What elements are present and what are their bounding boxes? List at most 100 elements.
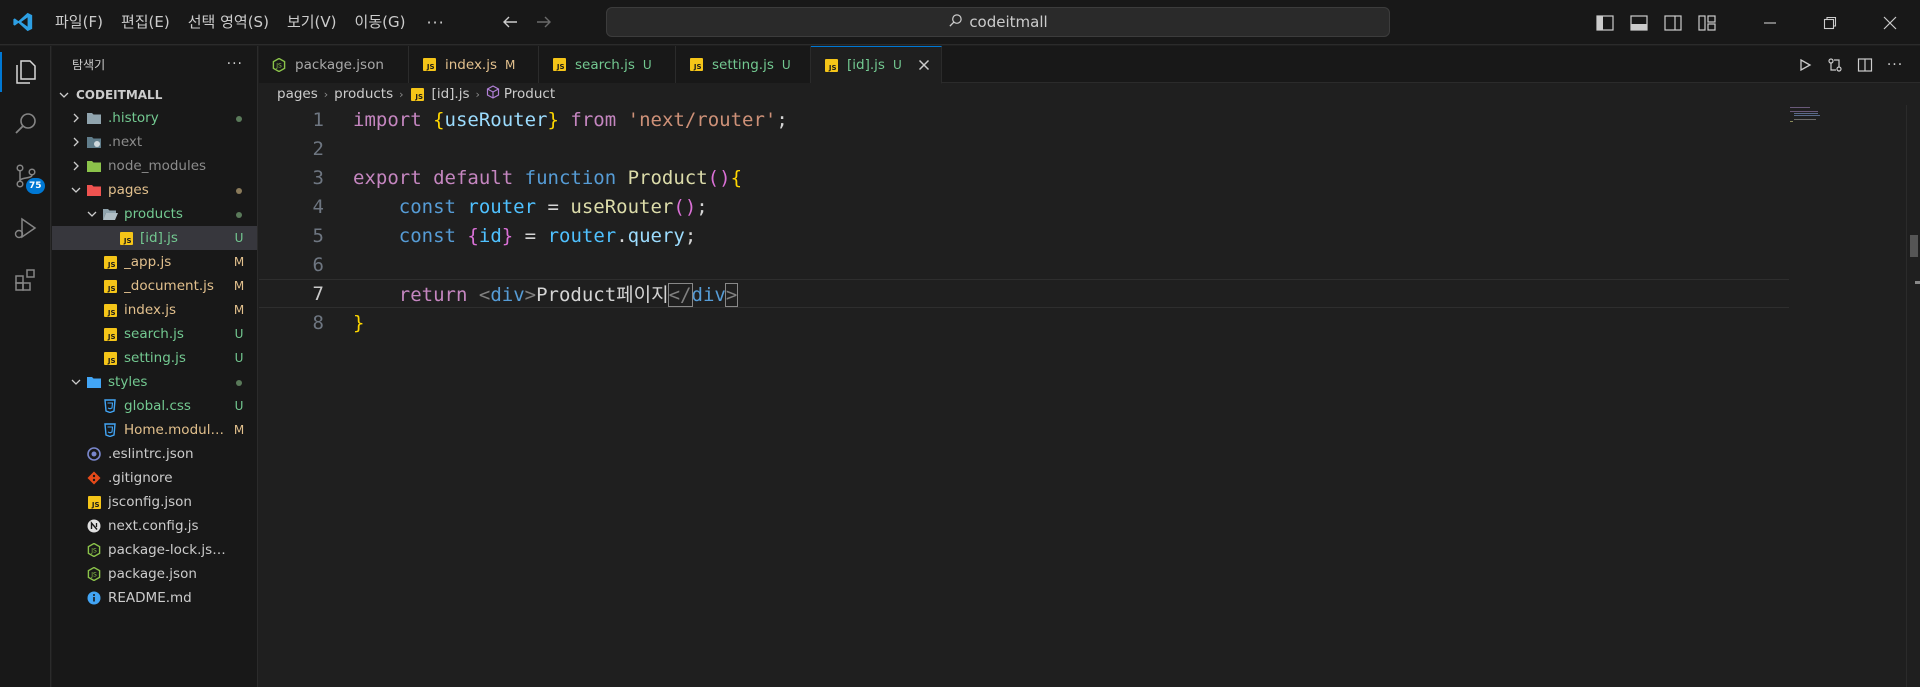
tree-item-setting-js[interactable]: JS setting.js U	[52, 346, 257, 370]
tree-item-pages[interactable]: pages	[52, 178, 257, 202]
close-window-icon[interactable]	[1860, 0, 1920, 45]
toggle-secondary-sidebar-icon[interactable]	[1656, 0, 1690, 45]
folder-open-icon	[102, 206, 118, 222]
pages-folder-icon	[86, 182, 102, 198]
chevron-down-icon	[84, 206, 100, 222]
restore-icon[interactable]	[1800, 0, 1860, 45]
javascript-file-icon: JS	[688, 57, 704, 73]
tab-label: package.json	[295, 56, 384, 73]
tree-item-home-module-css[interactable]: Home.module.css M	[52, 418, 257, 442]
search-icon[interactable]	[0, 98, 51, 150]
tab-package-json[interactable]: JS package.json	[259, 46, 409, 83]
forward-arrow-icon[interactable]	[527, 7, 561, 37]
svg-text:JS: JS	[90, 548, 97, 555]
menu-view[interactable]: 보기(V)	[278, 0, 346, 45]
toggle-panel-icon[interactable]	[1622, 0, 1656, 45]
menu-selection[interactable]: 선택 영역(S)	[179, 0, 278, 45]
nodejs-icon: JS	[86, 566, 102, 582]
tree-item-styles[interactable]: styles	[52, 370, 257, 394]
line-number: 6	[312, 253, 324, 276]
close-icon[interactable]	[918, 57, 931, 73]
breadcrumb-pages[interactable]: pages	[277, 86, 318, 102]
vertical-scrollbar[interactable]	[1906, 105, 1920, 687]
menu-go[interactable]: 이동(G)	[346, 0, 415, 45]
tree-item-next[interactable]: .next	[52, 130, 257, 154]
tree-item-index-js[interactable]: JS index.js M	[52, 298, 257, 322]
tab-git-status: U	[642, 57, 652, 72]
extensions-icon[interactable]	[0, 254, 51, 306]
tree-item-history[interactable]: .history	[52, 106, 257, 130]
minimize-icon[interactable]	[1740, 0, 1800, 45]
command-center-search[interactable]: codeitmall	[606, 7, 1390, 37]
tree-item-readme[interactable]: README.md	[52, 586, 257, 610]
tree-item-products[interactable]: products	[52, 202, 257, 226]
menu-bar: 파일(F) 편집(E) 선택 영역(S) 보기(V) 이동(G) ···	[46, 0, 457, 45]
nextjs-icon	[86, 518, 102, 534]
menu-file[interactable]: 파일(F)	[46, 0, 112, 45]
title-bar: 파일(F) 편집(E) 선택 영역(S) 보기(V) 이동(G) ··· cod…	[0, 0, 1920, 45]
tab-index-js[interactable]: JS index.js M	[409, 46, 539, 83]
cursor-position-marker	[1915, 281, 1920, 284]
tree-item-search-js[interactable]: JS search.js U	[52, 322, 257, 346]
explorer-icon[interactable]	[0, 46, 51, 98]
tree-item-eslintrc[interactable]: .eslintrc.json	[52, 442, 257, 466]
minimap[interactable]	[1790, 106, 1830, 126]
tree-item-app-js[interactable]: JS _app.js M	[52, 250, 257, 274]
tree-item-next-config[interactable]: next.config.js	[52, 514, 257, 538]
tree-item-label: Home.module.css	[124, 422, 227, 438]
tree-item-label: index.js	[124, 302, 177, 318]
tree-item-package-json[interactable]: JS package.json	[52, 562, 257, 586]
breadcrumb-products[interactable]: products	[334, 86, 393, 102]
tree-item-label: package.json	[108, 566, 197, 582]
breadcrumb: pages › products › JS [id].js › Product	[259, 83, 1920, 105]
breadcrumb-file[interactable]: [id].js	[432, 86, 470, 102]
tab-setting-js[interactable]: JS setting.js U	[676, 46, 811, 83]
scrollbar-thumb[interactable]	[1910, 235, 1918, 257]
compare-changes-icon[interactable]	[1824, 54, 1846, 76]
eslint-icon	[86, 446, 102, 462]
more-actions-button[interactable]: ···	[1884, 54, 1906, 76]
split-editor-icon[interactable]	[1854, 54, 1876, 76]
tree-item-jsconfig[interactable]: JS jsconfig.json	[52, 490, 257, 514]
git-status: M	[233, 303, 245, 317]
source-control-icon[interactable]: 75	[0, 150, 51, 202]
line-content: const router = useRouter();	[398, 195, 708, 218]
tab-search-js[interactable]: JS search.js U	[539, 46, 676, 83]
tree-item-id-js[interactable]: JS [id].js U	[52, 226, 257, 250]
code-editor[interactable]: 1 import {useRouter} from 'next/router';…	[259, 105, 1859, 665]
javascript-file-icon: JS	[421, 57, 437, 73]
toggle-primary-sidebar-icon[interactable]	[1588, 0, 1622, 45]
back-arrow-icon[interactable]	[493, 7, 527, 37]
customize-layout-icon[interactable]	[1690, 0, 1724, 45]
tab-id-js[interactable]: JS [id].js U	[811, 46, 942, 84]
source-control-badge: 75	[26, 178, 45, 194]
command-center-label: codeitmall	[969, 13, 1048, 31]
git-status: M	[233, 255, 245, 269]
tree-item-node-modules[interactable]: node_modules	[52, 154, 257, 178]
chevron-down-icon	[68, 182, 84, 198]
tree-item-global-css[interactable]: global.css U	[52, 394, 257, 418]
run-icon[interactable]	[1794, 54, 1816, 76]
code-line: 8 }	[259, 308, 1789, 337]
breadcrumb-symbol[interactable]: Product	[504, 86, 555, 102]
explorer-more-button[interactable]: ···	[227, 56, 243, 72]
tree-item-label: pages	[108, 182, 149, 198]
tree-item-label: .eslintrc.json	[108, 446, 194, 462]
javascript-file-icon: JS	[410, 86, 426, 102]
editor-tabs: JS package.json JS index.js M JS search.…	[259, 46, 1920, 84]
line-number: 7	[312, 282, 324, 305]
tree-item-label: .history	[108, 110, 159, 126]
tree-item-package-lock[interactable]: JS package-lock.json	[52, 538, 257, 562]
workspace-root[interactable]: CODEITMALL	[52, 84, 257, 106]
tree-item-document-js[interactable]: JS _document.js M	[52, 274, 257, 298]
tree-item-gitignore[interactable]: .gitignore	[52, 466, 257, 490]
tab-label: index.js	[445, 56, 498, 73]
status-dot	[227, 207, 251, 221]
code-line: 4 const router = useRouter();	[259, 192, 1789, 221]
git-icon	[86, 470, 102, 486]
tree-item-label: _document.js	[124, 278, 214, 294]
line-number: 1	[312, 108, 324, 131]
run-debug-icon[interactable]	[0, 202, 51, 254]
menu-edit[interactable]: 편집(E)	[112, 0, 179, 45]
menu-more-button[interactable]: ···	[414, 13, 456, 32]
